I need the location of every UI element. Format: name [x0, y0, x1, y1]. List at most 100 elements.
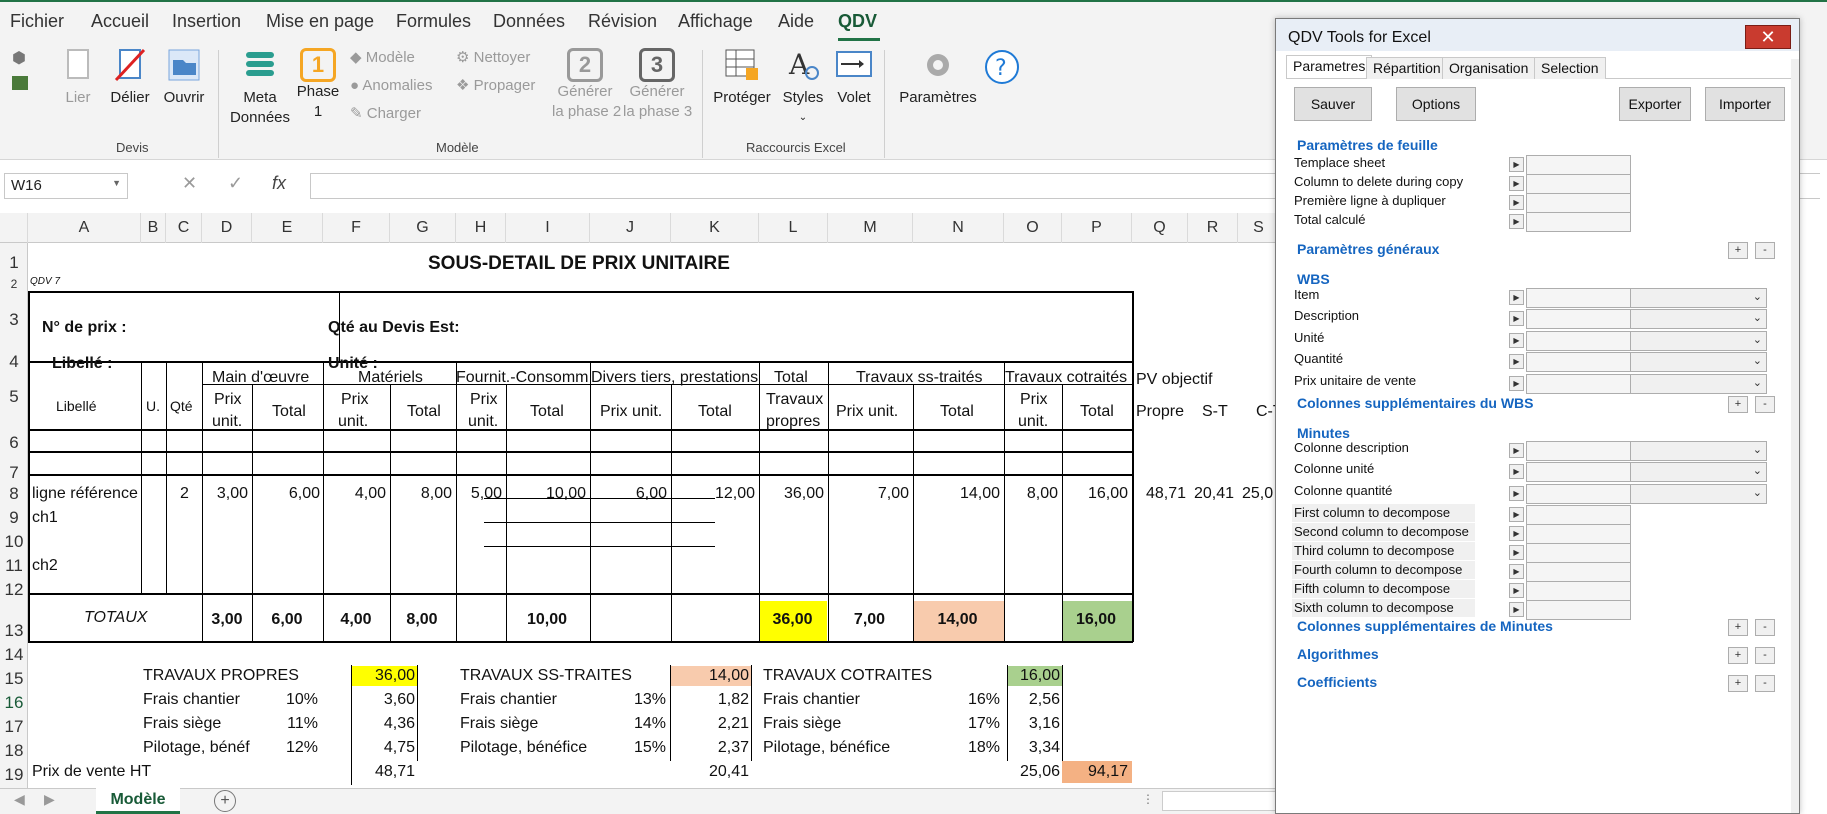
tab-affichage[interactable]: Affichage: [678, 11, 753, 32]
tab-donnees[interactable]: Données: [493, 11, 565, 32]
delier-button[interactable]: Délier: [108, 48, 152, 108]
tab-insertion[interactable]: Insertion: [172, 11, 241, 32]
text-input[interactable]: [1526, 462, 1631, 482]
name-box[interactable]: W16 ▼: [4, 173, 128, 199]
text-input[interactable]: [1526, 331, 1631, 351]
text-input[interactable]: [1526, 212, 1631, 232]
sauver-button[interactable]: Sauver: [1294, 87, 1372, 121]
expand-arrow-icon[interactable]: ▶: [1509, 564, 1524, 579]
expand-arrow-icon[interactable]: ▶: [1509, 602, 1524, 617]
row-header[interactable]: 4: [0, 352, 28, 372]
row-header[interactable]: 3: [0, 310, 28, 330]
col-header[interactable]: E: [252, 213, 323, 243]
sheet-tab-modele[interactable]: Modèle: [96, 788, 180, 814]
horizontal-scrollbar[interactable]: [1162, 791, 1280, 811]
expand-arrow-icon[interactable]: ▶: [1509, 443, 1524, 458]
tab-repartition[interactable]: Répartition: [1366, 57, 1448, 79]
options-button[interactable]: Options: [1396, 87, 1476, 121]
expand-arrow-icon[interactable]: ▶: [1509, 583, 1524, 598]
expand-arrow-icon[interactable]: ▶: [1509, 507, 1524, 522]
row-header[interactable]: 10: [0, 532, 28, 552]
section-cols-wbs[interactable]: Colonnes supplémentaires du WBS: [1297, 395, 1533, 411]
row-header[interactable]: 15: [0, 669, 28, 689]
col-header[interactable]: S: [1238, 213, 1280, 243]
cancel-icon[interactable]: ✕: [182, 173, 197, 194]
importer-button[interactable]: Importer: [1705, 87, 1785, 121]
col-header[interactable]: O: [1004, 213, 1062, 243]
tab-formules[interactable]: Formules: [396, 11, 471, 32]
remove-button[interactable]: -: [1755, 242, 1775, 259]
text-input[interactable]: [1526, 562, 1631, 582]
expand-arrow-icon[interactable]: ▶: [1509, 376, 1524, 391]
row-header[interactable]: 18: [0, 741, 28, 761]
col-header[interactable]: M: [828, 213, 913, 243]
section-feuille[interactable]: Paramètres de feuille: [1297, 137, 1438, 153]
col-header[interactable]: Q: [1132, 213, 1188, 243]
text-input[interactable]: [1526, 193, 1631, 213]
expand-arrow-icon[interactable]: ▶: [1509, 354, 1524, 369]
tab-revision[interactable]: Révision: [588, 11, 657, 32]
confirm-icon[interactable]: ✓: [228, 173, 243, 194]
row-header[interactable]: 7: [0, 463, 28, 483]
col-header[interactable]: B: [141, 213, 166, 243]
text-input[interactable]: [1526, 524, 1631, 544]
expand-arrow-icon[interactable]: ▶: [1509, 464, 1524, 479]
text-input[interactable]: [1526, 174, 1631, 194]
text-input[interactable]: [1526, 352, 1631, 372]
combo-select[interactable]: ⌄: [1630, 484, 1767, 504]
row-header[interactable]: 9: [0, 508, 28, 528]
add-button[interactable]: +: [1728, 647, 1748, 664]
col-header[interactable]: F: [323, 213, 390, 243]
styles-button[interactable]: A Styles ⌄: [777, 48, 829, 128]
text-input[interactable]: [1526, 484, 1631, 504]
col-header[interactable]: R: [1188, 213, 1238, 243]
text-input[interactable]: [1526, 374, 1631, 394]
phase-1-button[interactable]: 1 Phase 1: [296, 48, 340, 122]
add-button[interactable]: +: [1728, 675, 1748, 692]
col-header[interactable]: P: [1062, 213, 1132, 243]
row-header[interactable]: 16: [0, 693, 28, 713]
tab-selection[interactable]: Selection: [1534, 57, 1606, 79]
parametres-button[interactable]: Paramètres: [896, 48, 980, 108]
fx-icon[interactable]: fx: [272, 173, 286, 194]
remove-button[interactable]: -: [1755, 675, 1775, 692]
row-header[interactable]: 6: [0, 433, 28, 453]
row-header[interactable]: 14: [0, 645, 28, 665]
text-input[interactable]: [1526, 581, 1631, 601]
text-input[interactable]: [1526, 288, 1631, 308]
remove-button[interactable]: -: [1755, 647, 1775, 664]
row-header[interactable]: 12: [0, 580, 28, 600]
next-sheet-icon[interactable]: ▶: [44, 791, 55, 808]
combo-select[interactable]: ⌄: [1630, 288, 1767, 308]
ouvrir-button[interactable]: Ouvrir: [162, 48, 206, 108]
add-button[interactable]: +: [1728, 396, 1748, 413]
combo-select[interactable]: ⌄: [1630, 331, 1767, 351]
tab-qdv[interactable]: QDV: [838, 11, 877, 32]
add-button[interactable]: +: [1728, 619, 1748, 636]
row-header[interactable]: 11: [0, 556, 28, 576]
remove-button[interactable]: -: [1755, 396, 1775, 413]
expand-arrow-icon[interactable]: ▶: [1509, 311, 1524, 326]
section-wbs[interactable]: WBS: [1297, 271, 1330, 287]
lier-button[interactable]: Lier: [58, 48, 98, 108]
text-input[interactable]: [1526, 309, 1631, 329]
expand-arrow-icon[interactable]: ▶: [1509, 157, 1524, 172]
generer-phase-2-button[interactable]: 2 Générer la phase 2: [552, 48, 621, 122]
expand-arrow-icon[interactable]: ▶: [1509, 333, 1524, 348]
modele-button[interactable]: ◆ Modèle: [350, 48, 415, 68]
col-header[interactable]: C: [166, 213, 202, 243]
col-header[interactable]: N: [913, 213, 1004, 243]
nettoyer-button[interactable]: ⚙ Nettoyer: [456, 48, 530, 68]
generer-phase-3-button[interactable]: 3 Générer la phase 3: [623, 48, 692, 122]
col-header[interactable]: A: [28, 213, 141, 243]
row-header[interactable]: 2: [0, 277, 28, 291]
row-header[interactable]: 5: [0, 387, 28, 407]
tab-parametres[interactable]: Parametres: [1286, 55, 1373, 78]
row-header[interactable]: 19: [0, 765, 28, 785]
section-coefficients[interactable]: Coefficients: [1297, 674, 1377, 690]
text-input[interactable]: [1526, 600, 1631, 620]
combo-select[interactable]: ⌄: [1630, 352, 1767, 372]
col-header[interactable]: D: [202, 213, 252, 243]
text-input[interactable]: [1526, 543, 1631, 563]
more-icon[interactable]: ⋮: [1142, 792, 1154, 806]
